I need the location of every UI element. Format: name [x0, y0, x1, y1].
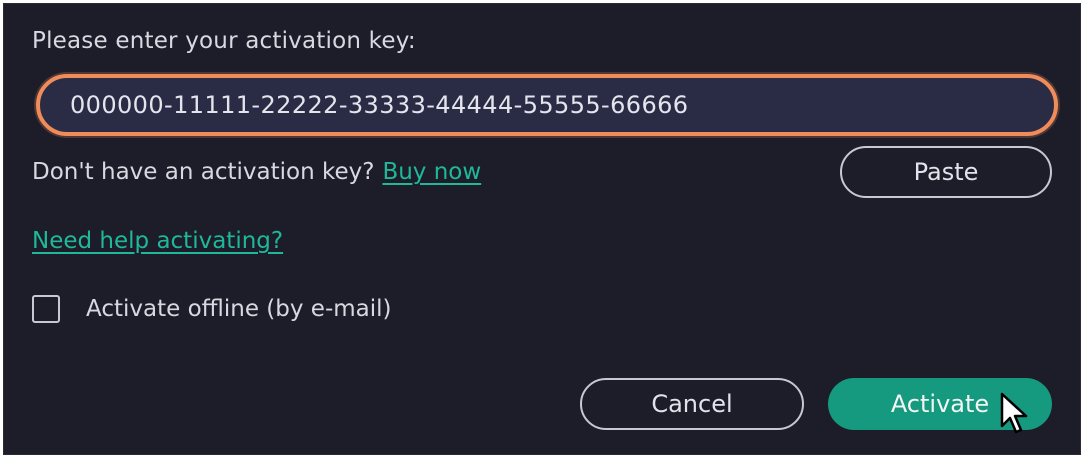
activate-offline-label[interactable]: Activate offline (by e-mail) [86, 296, 392, 322]
activate-offline-checkbox[interactable] [32, 295, 60, 323]
paste-button[interactable]: Paste [840, 146, 1052, 198]
activation-dialog: Please enter your activation key: Don't … [3, 3, 1081, 455]
activation-prompt: Please enter your activation key: [32, 28, 416, 54]
buy-now-link[interactable]: Buy now [382, 159, 481, 185]
mouse-pointer-icon [1000, 392, 1028, 434]
cancel-button[interactable]: Cancel [580, 378, 804, 430]
no-key-row: Don't have an activation key? Buy now [32, 159, 481, 185]
need-help-link[interactable]: Need help activating? [32, 228, 283, 254]
activate-offline-row[interactable]: Activate offline (by e-mail) [32, 295, 392, 323]
no-key-text: Don't have an activation key? [32, 159, 375, 185]
activation-key-field[interactable] [36, 74, 1058, 136]
activation-key-input[interactable] [40, 78, 1054, 132]
